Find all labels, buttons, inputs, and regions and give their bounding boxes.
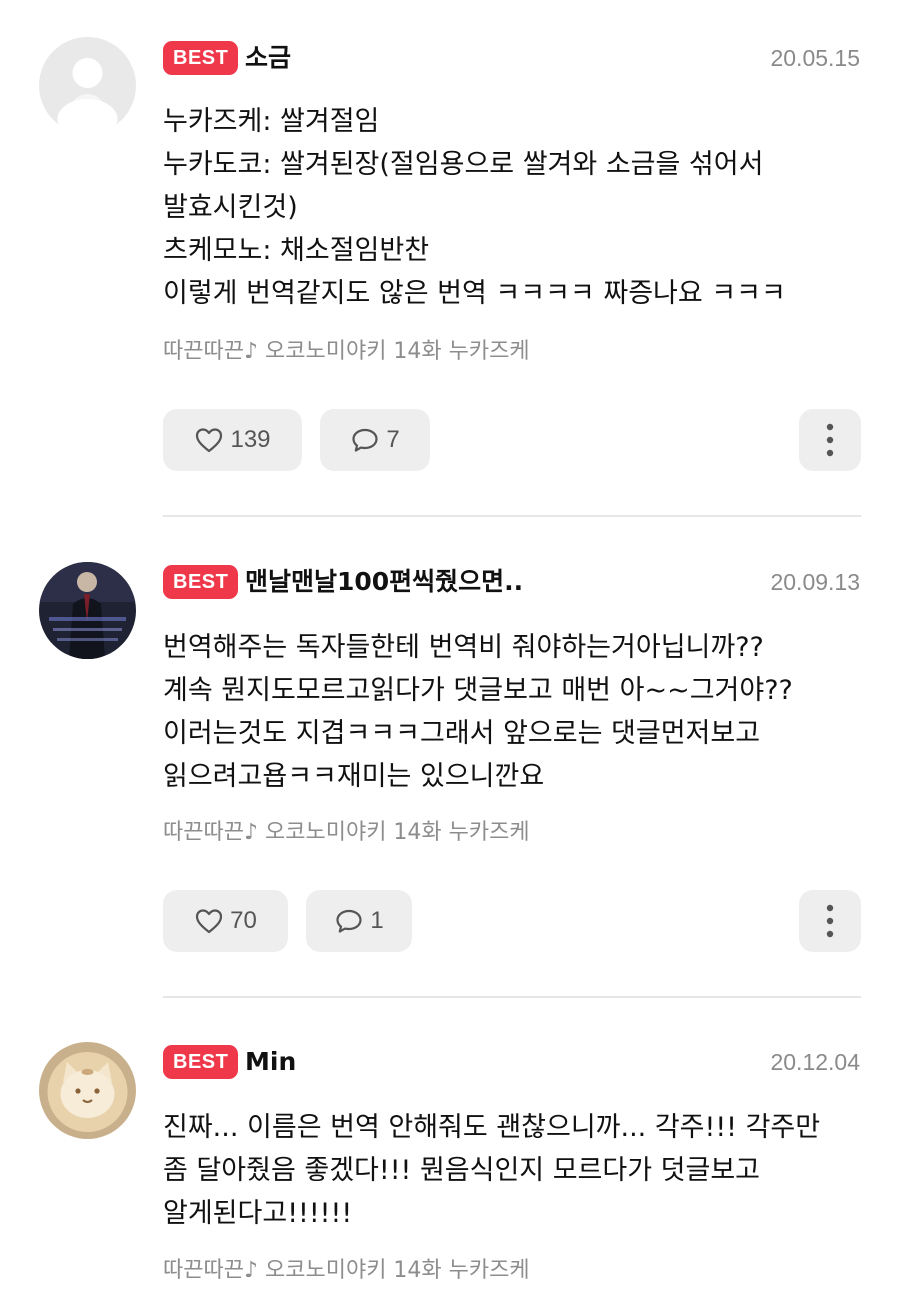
comment-item: BEST Min 20.12.04 진짜... 이름은 번역 안해줘도 괜찮으니… [0,998,900,1301]
heart-icon [196,909,223,934]
comment-feed: BEST 소금 20.05.15 누카즈케: 쌀겨절임 누카도코: 쌀겨된장(절… [0,0,900,1301]
speech-bubble-icon [352,428,378,452]
comment-line: 츠케모노: 채소절임반찬 [163,235,430,266]
best-badge: BEST [163,1045,239,1079]
comment-date: 20.05.15 [770,45,860,71]
comment-line: 누카즈케: 쌀겨절임 [163,106,380,137]
speech-bubble-icon [336,909,362,933]
comment-header: BEST Min 20.12.04 [163,1045,860,1081]
best-badge: BEST [163,41,239,75]
comment-body: 진짜... 이름은 번역 안해줘도 괜찮으니까... 각주!!! 각주만 좀 달… [163,1106,863,1235]
comment-date: 20.09.13 [770,569,860,595]
comment-line: 계속 뭔지도모르고읽다가 댓글보고 매번 아~~그거야?? [163,675,793,706]
like-count: 70 [230,907,257,934]
episode-source-link[interactable]: 따끈따끈♪ 오코노미야키 14화 누카즈케 [163,337,530,367]
best-badge: BEST [163,565,239,599]
comment-line: 이러는것도 지겹ㅋㅋㅋ그래서 앞으로는 댓글먼저보고 [163,718,761,749]
nickname[interactable]: Min [245,1045,296,1079]
comment-line: 읽으려고욥ㅋㅋ재미는 있으니깐요 [163,761,545,792]
cat-latte-art-icon [39,1042,136,1139]
reply-count: 1 [370,907,384,934]
comment-line: 이렇게 번역같지도 않은 번역 ㅋㅋㅋㅋ 짜증나요 ㅋㅋㅋ [163,278,786,309]
comment-item: BEST 소금 20.05.15 누카즈케: 쌀겨절임 누카도코: 쌀겨된장(절… [0,0,900,518]
comment-line: 알게된다고!!!!!! [163,1198,353,1229]
divider [163,515,861,517]
comment-line: 발효시킨것) [163,192,298,223]
reply-button[interactable]: 7 [320,409,430,471]
comment-header: BEST 맨날맨날100편씩줬으면.. 20.09.13 [163,565,860,601]
comment-line: 누카도코: 쌀겨된장(절임용으로 쌀겨와 소금을 섞어서 [163,149,764,180]
avatar[interactable] [39,1042,136,1139]
webtoon-character-icon [39,562,136,659]
episode-source-link[interactable]: 따끈따끈♪ 오코노미야키 14화 누카즈케 [163,818,530,848]
nickname[interactable]: 맨날맨날100편씩줬으면.. [245,565,523,599]
vertical-ellipsis-icon [826,423,834,457]
comment-line: 진짜... 이름은 번역 안해줘도 괜찮으니까... 각주!!! 각주만 [163,1112,821,1143]
vertical-ellipsis-icon [826,904,834,938]
default-user-icon [39,37,136,134]
like-button[interactable]: 139 [163,409,302,471]
like-count: 139 [230,426,271,453]
more-options-button[interactable] [799,890,861,952]
reply-count: 7 [386,426,400,453]
comment-item: BEST 맨날맨날100편씩줬으면.. 20.09.13 번역해주는 독자들한테… [0,518,900,998]
comment-header: BEST 소금 20.05.15 [163,41,860,77]
episode-source-link[interactable]: 따끈따끈♪ 오코노미야키 14화 누카즈케 [163,1256,530,1286]
avatar[interactable] [39,37,136,134]
more-options-button[interactable] [799,409,861,471]
comment-line: 좀 달아줬음 좋겠다!!! 뭔음식인지 모르다가 덧글보고 [163,1155,761,1186]
comment-date: 20.12.04 [770,1049,860,1075]
comment-body: 누카즈케: 쌀겨절임 누카도코: 쌀겨된장(절임용으로 쌀겨와 소금을 섞어서 … [163,100,863,315]
reply-button[interactable]: 1 [306,890,412,952]
comment-body: 번역해주는 독자들한테 번역비 줘야하는거아닙니까?? 계속 뭔지도모르고읽다가… [163,626,863,798]
comment-line: 번역해주는 독자들한테 번역비 줘야하는거아닙니까?? [163,632,764,663]
nickname[interactable]: 소금 [245,41,291,75]
like-button[interactable]: 70 [163,890,288,952]
avatar[interactable] [39,562,136,659]
heart-icon [196,428,223,453]
